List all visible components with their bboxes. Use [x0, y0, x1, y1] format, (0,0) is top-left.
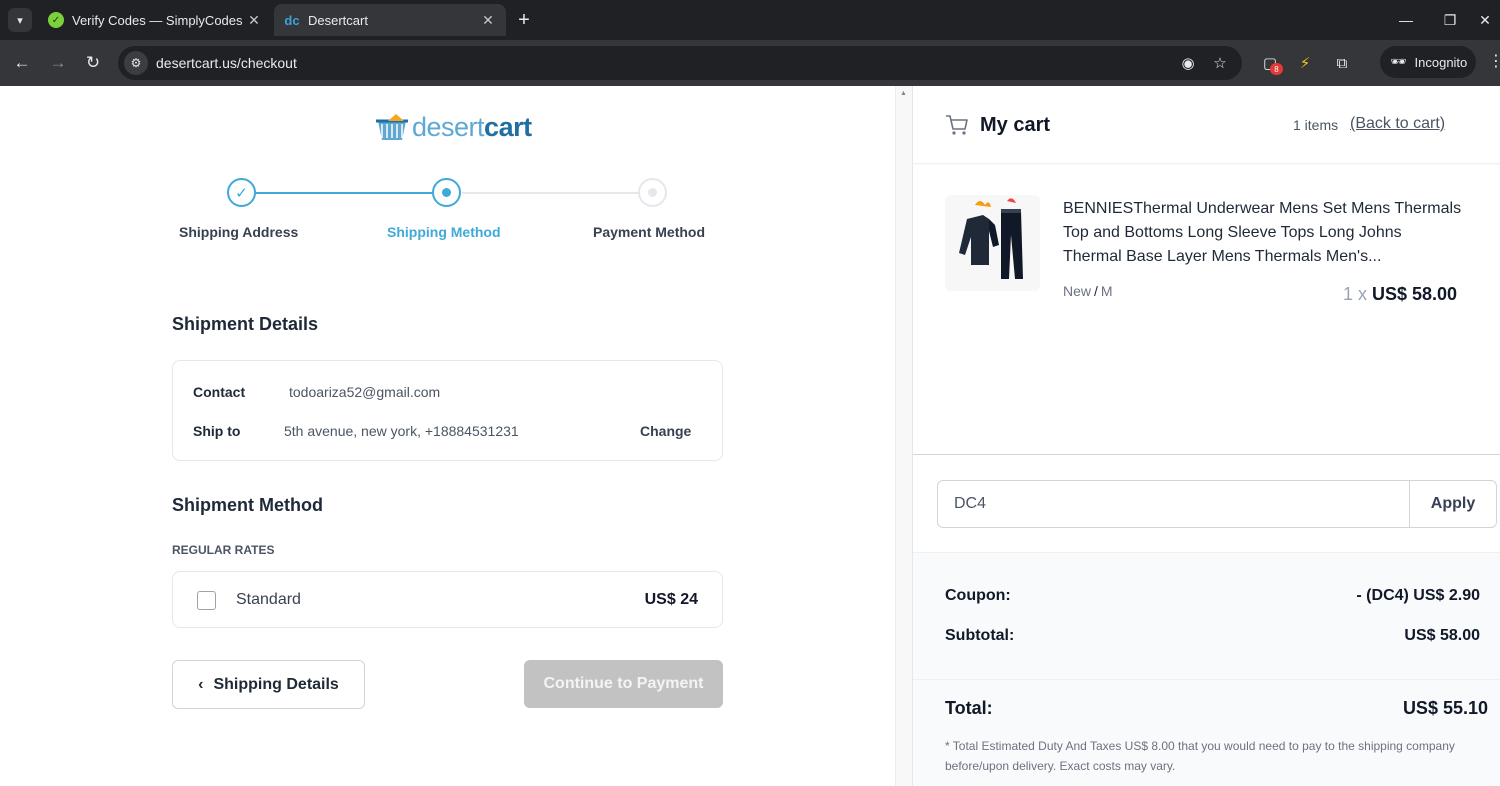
shipment-details-card: Contact todoariza52@gmail.com Ship to 5t… — [172, 360, 723, 461]
rate-option-standard[interactable]: Standard US$ 24 — [172, 571, 723, 628]
apply-coupon-button[interactable]: Apply — [1409, 480, 1497, 528]
duty-taxes-disclaimer: * Total Estimated Duty And Taxes US$ 8.0… — [945, 739, 1455, 773]
tab-simplycodes[interactable]: ✓ Verify Codes — SimplyCodes ✕ — [38, 4, 272, 36]
total-value: US$ 55.10 — [1402, 698, 1488, 718]
lightning-extension-icon[interactable]: ⚡ — [1293, 51, 1317, 75]
menu-dots-icon[interactable]: ⋮ — [1488, 51, 1500, 75]
product-price: US$ 58.00 — [1372, 284, 1458, 304]
reload-icon[interactable]: ↻ — [79, 49, 107, 77]
shipment-method-title: Shipment Method — [172, 495, 323, 515]
product-condition: New — [1063, 283, 1092, 299]
browser-tab-strip: ▾ ✓ Verify Codes — SimplyCodes ✕ dc Dese… — [0, 0, 1500, 40]
coupon-discount-value: - (DC4) US$ 2.90 — [1356, 587, 1480, 604]
cart-header: My cart 1 items (Back to cart) — [913, 86, 1500, 164]
product-size: M — [1100, 283, 1113, 299]
back-to-shipping-details-button[interactable]: ‹ Shipping Details — [172, 660, 365, 709]
contact-value: todoariza52@gmail.com — [289, 384, 441, 400]
total-label: Total: — [945, 698, 993, 718]
step-shipping-address-check-icon[interactable]: ✓ — [227, 178, 256, 207]
change-address-link[interactable]: Change — [640, 423, 691, 439]
desertcart-favicon-icon: dc — [284, 12, 300, 28]
product-variant: New / M — [1063, 283, 1113, 299]
desertcart-logo[interactable]: desertcart — [374, 110, 532, 144]
step-label-payment-method: Payment Method — [593, 224, 706, 240]
variant-separator: / — [1094, 283, 1098, 299]
logo-text-cart: cart — [484, 111, 532, 142]
order-summary: Coupon: - (DC4) US$ 2.90 Subtotal: US$ 5… — [913, 553, 1500, 680]
extension-badge: 8 — [1270, 63, 1283, 75]
logo-text-desert: desert — [412, 111, 485, 142]
puzzle-extensions-icon[interactable]: ⧉ — [1330, 51, 1354, 75]
ship-to-label: Ship to — [193, 423, 241, 439]
cart-title: My cart — [980, 114, 1051, 136]
shipment-details-title: Shipment Details — [172, 314, 319, 334]
step-shipping-method-dot — [432, 178, 461, 207]
back-to-cart-link[interactable]: (Back to cart) — [1350, 115, 1445, 133]
basket-logo-icon — [376, 114, 408, 140]
incognito-icon: 🕶 — [1390, 54, 1407, 69]
eye-slash-icon[interactable]: ◉ — [1178, 53, 1198, 73]
bookmark-star-icon[interactable]: ☆ — [1210, 53, 1230, 73]
coupon-code-input[interactable] — [937, 480, 1410, 528]
browser-toolbar: ← → ↻ ⚙ desertcart.us/checkout ◉ ☆ ▢ 8 ⚡ … — [0, 40, 1500, 86]
coupon-label: Coupon: — [945, 587, 1011, 604]
step-payment-method-dot — [638, 178, 667, 207]
cart-item-count: 1 items — [1293, 117, 1339, 133]
rate-checkbox[interactable] — [197, 591, 216, 610]
extension-icon[interactable]: ▢ 8 — [1258, 51, 1283, 75]
minimize-button[interactable]: — — [1384, 6, 1428, 34]
new-tab-button[interactable]: + — [512, 8, 536, 32]
incognito-label: Incognito — [1414, 54, 1468, 70]
tab-title: Verify Codes — SimplyCodes — [72, 12, 243, 28]
incognito-indicator[interactable]: 🕶 Incognito — [1380, 46, 1476, 78]
simplycodes-favicon-icon: ✓ — [48, 12, 64, 28]
tab-title: Desertcart — [308, 12, 368, 28]
chevron-left-icon: ‹ — [198, 675, 204, 693]
stepper-line-pending — [462, 192, 638, 194]
scroll-up-arrow-icon[interactable]: ▲ — [900, 90, 907, 97]
restore-button[interactable]: ❐ — [1428, 6, 1472, 34]
contact-label: Contact — [193, 384, 246, 400]
continue-to-payment-button[interactable]: Continue to Payment — [524, 660, 723, 708]
subtotal-label: Subtotal: — [945, 627, 1015, 644]
cart-panel: My cart 1 items (Back to cart) BENNIESTh… — [912, 86, 1500, 786]
cart-item: BENNIESThermal Underwear Mens Set Mens T… — [913, 165, 1500, 455]
coupon-section: Apply — [913, 455, 1500, 553]
subtotal-value: US$ 58.00 — [1404, 627, 1480, 644]
tab-desertcart[interactable]: dc Desertcart ✕ — [274, 4, 506, 36]
step-label-shipping-address[interactable]: Shipping Address — [179, 224, 298, 240]
grand-total-section: Total: US$ 55.10 * Total Estimated Duty … — [913, 680, 1500, 786]
step-label-shipping-method: Shipping Method — [387, 224, 501, 240]
address-bar[interactable]: ⚙ desertcart.us/checkout ◉ ☆ — [118, 46, 1242, 80]
product-image[interactable] — [945, 195, 1040, 291]
rate-price: US$ 24 — [644, 591, 698, 608]
tab-search-button[interactable]: ▾ — [8, 8, 32, 32]
window-close-button[interactable]: ✕ — [1470, 6, 1500, 34]
close-icon[interactable]: ✕ — [246, 12, 262, 29]
shopping-cart-icon — [946, 115, 968, 135]
checkout-panel: desertcart ✓ Shipping Address Shipping M… — [0, 86, 895, 786]
back-arrow-icon[interactable]: ← — [8, 49, 36, 77]
close-icon[interactable]: ✕ — [480, 12, 496, 29]
stepper-line-complete — [256, 192, 432, 194]
back-button-label: Shipping Details — [213, 675, 339, 693]
product-name[interactable]: BENNIESThermal Underwear Mens Set Mens T… — [1063, 197, 1463, 269]
regular-rates-label: REGULAR RATES — [172, 543, 275, 557]
product-quantity: 1 x — [1343, 284, 1368, 304]
url-text[interactable]: desertcart.us/checkout — [156, 55, 297, 71]
site-info-icon[interactable]: ⚙ — [124, 51, 148, 75]
ship-to-value: 5th avenue, new york, +18884531231 — [284, 423, 519, 439]
forward-arrow-icon[interactable]: → — [44, 49, 72, 77]
page-scrollbar[interactable]: ▲ — [895, 86, 912, 786]
rate-name: Standard — [236, 591, 301, 608]
